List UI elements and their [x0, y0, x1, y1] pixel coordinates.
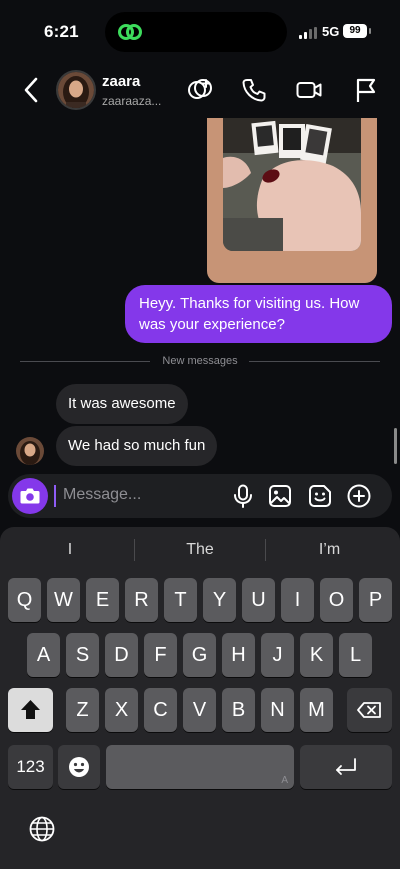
video-call-icon[interactable]: [295, 76, 323, 104]
key-g[interactable]: G: [183, 633, 216, 677]
key-x[interactable]: X: [105, 688, 138, 732]
key-z[interactable]: Z: [66, 688, 99, 732]
contact-avatar[interactable]: [56, 70, 96, 110]
key-a[interactable]: A: [27, 633, 60, 677]
outgoing-message[interactable]: Heyy. Thanks for visiting us. How was yo…: [125, 285, 392, 343]
chat-header: zaara zaaraaza...: [0, 64, 400, 118]
shift-icon: [21, 700, 40, 719]
phone-call-icon[interactable]: [240, 76, 268, 104]
key-v[interactable]: V: [183, 688, 216, 732]
key-f[interactable]: F: [144, 633, 177, 677]
microphone-icon[interactable]: [230, 483, 256, 509]
sticker-icon[interactable]: [307, 483, 333, 509]
shared-photo[interactable]: [223, 118, 361, 251]
key-k[interactable]: K: [300, 633, 333, 677]
message-input[interactable]: Message...: [63, 486, 141, 504]
key-n[interactable]: N: [261, 688, 294, 732]
link-icon: [118, 24, 142, 40]
suggestion-separator: [134, 539, 135, 561]
add-circle-icon[interactable]: [346, 483, 372, 509]
key-j[interactable]: J: [261, 633, 294, 677]
battery-cap: [369, 28, 371, 34]
key-t[interactable]: T: [164, 578, 197, 622]
suggestion-3[interactable]: I’m: [267, 537, 392, 563]
incoming-message[interactable]: It was awesome: [56, 384, 188, 424]
key-w[interactable]: W: [47, 578, 80, 622]
contact-name[interactable]: zaara: [102, 73, 140, 90]
add-people-icon[interactable]: [186, 76, 214, 104]
key-l[interactable]: L: [339, 633, 372, 677]
key-p[interactable]: P: [359, 578, 392, 622]
suggestion-1[interactable]: I: [8, 537, 132, 563]
divider-line-right: [249, 361, 380, 362]
flag-icon[interactable]: [352, 76, 380, 104]
status-bar: 6:21 5G 99: [0, 0, 400, 64]
numbers-key[interactable]: 123: [8, 745, 53, 789]
camera-icon: [20, 488, 40, 504]
new-messages-divider: New messages: [20, 355, 380, 369]
camera-button[interactable]: [12, 478, 48, 514]
keyboard: I The I’m Q W E R T Y U I O P A S D F G …: [0, 527, 400, 869]
key-e[interactable]: E: [86, 578, 119, 622]
contact-username[interactable]: zaaraaza...: [102, 94, 161, 108]
suggestion-2[interactable]: The: [136, 537, 264, 563]
emoji-icon: [69, 757, 89, 777]
back-arrow-icon[interactable]: [20, 76, 44, 104]
suggestion-separator: [265, 539, 266, 561]
signal-icon: [299, 27, 317, 39]
key-r[interactable]: R: [125, 578, 158, 622]
key-y[interactable]: Y: [203, 578, 236, 622]
battery-icon: 99: [343, 24, 367, 38]
emoji-key[interactable]: [58, 745, 100, 789]
key-q[interactable]: Q: [8, 578, 41, 622]
shift-key[interactable]: [8, 688, 53, 732]
key-u[interactable]: U: [242, 578, 275, 622]
dynamic-island: [105, 12, 287, 52]
globe-icon[interactable]: [28, 815, 56, 843]
key-d[interactable]: D: [105, 633, 138, 677]
gallery-icon[interactable]: [267, 483, 293, 509]
return-icon: [336, 758, 356, 775]
incoming-message[interactable]: We had so much fun: [56, 426, 218, 466]
key-i[interactable]: I: [281, 578, 314, 622]
sender-avatar[interactable]: [16, 437, 44, 465]
return-key[interactable]: [300, 745, 392, 789]
backspace-icon: [357, 702, 381, 718]
key-s[interactable]: S: [66, 633, 99, 677]
space-key[interactable]: A: [106, 745, 294, 789]
key-b[interactable]: B: [222, 688, 255, 732]
scrollbar[interactable]: [394, 428, 397, 464]
key-o[interactable]: O: [320, 578, 353, 622]
message-composer: Message...: [8, 474, 392, 518]
space-language-hint: A: [281, 775, 288, 786]
key-m[interactable]: M: [300, 688, 333, 732]
key-h[interactable]: H: [222, 633, 255, 677]
shared-photo-message[interactable]: [207, 118, 377, 283]
network-label: 5G: [322, 24, 340, 39]
delete-key[interactable]: [347, 688, 392, 732]
text-caret: [54, 485, 56, 507]
key-c[interactable]: C: [144, 688, 177, 732]
clock: 6:21: [44, 22, 79, 41]
